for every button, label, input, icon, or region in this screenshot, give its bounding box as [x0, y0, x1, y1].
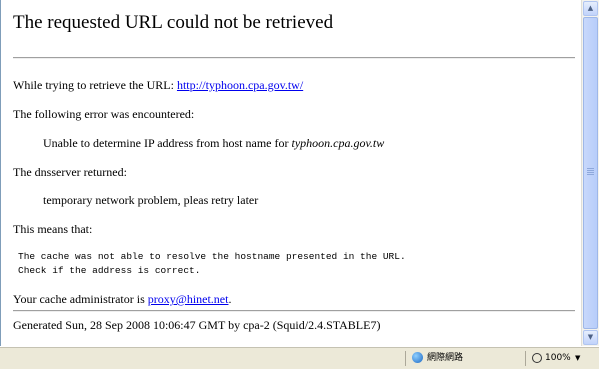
scroll-up-arrow-icon[interactable]: ▲ [583, 1, 598, 16]
retrieve-line: While trying to retrieve the URL: http:/… [13, 78, 303, 93]
error-message: Unable to determine IP address from host… [43, 136, 384, 151]
admin-email-link[interactable]: proxy@hinet.net [148, 292, 229, 306]
bottom-divider [13, 310, 575, 312]
zoom-label: 100% [545, 353, 571, 363]
security-zone[interactable]: 網際網路 [412, 351, 463, 366]
status-divider [525, 351, 526, 366]
admin-prefix: Your cache administrator is [13, 292, 148, 306]
explanation-line-2: Check if the address is correct. [18, 265, 201, 276]
thumb-grip-icon [587, 168, 594, 169]
zoom-control[interactable]: 100% [532, 351, 571, 366]
top-divider [13, 57, 575, 59]
dns-message: temporary network problem, pleas retry l… [43, 193, 259, 207]
thumb-grip-icon [587, 170, 594, 171]
error-prefix: Unable to determine IP address from host… [43, 136, 292, 150]
scrollbar-thumb[interactable] [583, 17, 598, 329]
zoom-dropdown-arrow-icon[interactable]: ▼ [575, 351, 580, 366]
retrieve-prefix: While trying to retrieve the URL: [13, 78, 177, 92]
thumb-grip-icon [587, 174, 594, 175]
explanation-line-1: The cache was not able to resolve the ho… [18, 251, 406, 262]
globe-icon [412, 352, 423, 363]
footer-generated: Generated Sun, 28 Sep 2008 10:06:47 GMT … [13, 318, 381, 332]
error-intro: The following error was encountered: [13, 107, 195, 121]
browser-viewport: The requested URL could not be retrieved… [0, 0, 581, 346]
status-divider [405, 351, 406, 366]
scroll-down-arrow-icon[interactable]: ▼ [583, 330, 598, 345]
zone-label: 網際網路 [427, 353, 464, 363]
admin-line: Your cache administrator is proxy@hinet.… [13, 292, 231, 307]
vertical-scrollbar[interactable]: ▲ ▼ [581, 0, 599, 346]
thumb-grip-icon [587, 172, 594, 173]
magnifier-icon [532, 352, 542, 363]
error-host: typhoon.cpa.gov.tw [291, 136, 385, 150]
admin-suffix: . [228, 292, 232, 306]
dns-intro: The dnsserver returned: [13, 165, 127, 179]
means-intro: This means that: [13, 222, 93, 236]
status-bar: 網際網路 100% ▼ [0, 347, 599, 369]
requested-url-link[interactable]: http://typhoon.cpa.gov.tw/ [177, 78, 303, 92]
page-title: The requested URL could not be retrieved [13, 12, 334, 33]
